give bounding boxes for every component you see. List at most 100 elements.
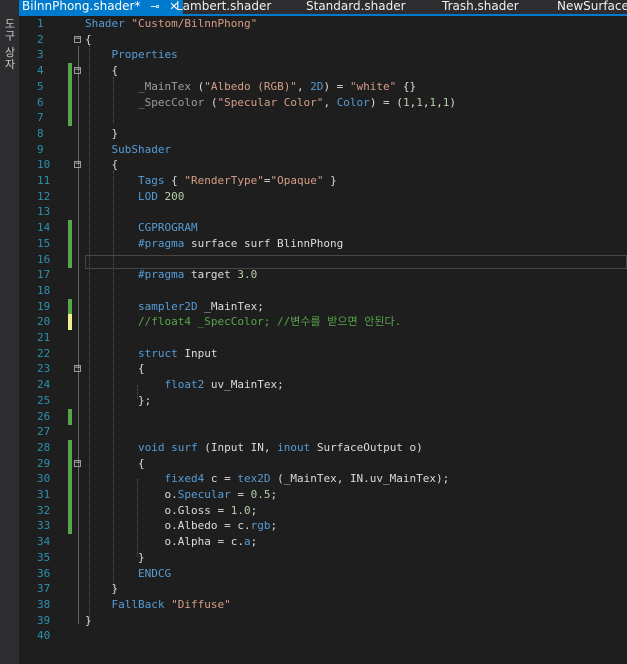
code-token: { bbox=[85, 456, 145, 470]
code-line[interactable]: 7 bbox=[19, 110, 627, 127]
code-line[interactable]: 37 } bbox=[19, 581, 627, 597]
line-number: 5 bbox=[37, 79, 44, 93]
code-token: Shader bbox=[85, 17, 132, 30]
change-marker bbox=[68, 455, 72, 472]
collapse-icon[interactable]: − bbox=[74, 34, 81, 43]
code-text: } bbox=[85, 581, 118, 597]
code-token: { bbox=[85, 32, 92, 46]
code-line[interactable]: 8 } bbox=[19, 126, 627, 142]
code-token: ) = ( bbox=[369, 95, 403, 109]
code-token: SurfaceOutput o) bbox=[310, 440, 423, 454]
code-token: 2D bbox=[310, 79, 324, 93]
line-number: 17 bbox=[37, 268, 51, 282]
code-line[interactable]: 38 FallBack "Diffuse" bbox=[19, 597, 627, 613]
tab-newsurface-shader[interactable]: NewSurfaceS bbox=[557, 0, 627, 14]
code-line[interactable]: 18 bbox=[19, 283, 627, 299]
code-line[interactable]: 6 _SpecColor ("Specular Color", Color) =… bbox=[19, 94, 627, 111]
tab-standard-shader[interactable]: Standard.shader bbox=[306, 0, 406, 14]
collapse-icon[interactable]: − bbox=[74, 458, 81, 467]
code-text: _SpecColor ("Specular Color", Color) = (… bbox=[85, 95, 456, 111]
code-line[interactable]: 24 float2 uv_MainTex; bbox=[19, 377, 627, 393]
code-text: o.Gloss = 1.0; bbox=[85, 503, 257, 519]
line-number: 23 bbox=[37, 362, 51, 376]
line-number: 36 bbox=[37, 566, 51, 580]
code-token: ) bbox=[449, 95, 456, 109]
code-line[interactable]: 22 struct Input bbox=[19, 346, 627, 362]
change-marker bbox=[68, 502, 72, 519]
code-line[interactable]: 35 } bbox=[19, 550, 627, 566]
change-marker bbox=[68, 78, 72, 95]
toolbox-side-panel[interactable]: 도구 상자 bbox=[0, 0, 20, 664]
code-line[interactable]: 36 ENDCG bbox=[19, 566, 627, 582]
code-line[interactable]: 32 o.Gloss = 1.0; bbox=[19, 502, 627, 519]
line-number: 25 bbox=[37, 393, 51, 407]
code-line[interactable]: 3 Properties bbox=[19, 47, 627, 63]
code-line[interactable]: 31 o.Specular = 0.5; bbox=[19, 487, 627, 503]
code-token: LOD bbox=[85, 189, 165, 203]
code-token: //float4 _SpecColor; //변수를 받으면 안된다. bbox=[85, 315, 402, 329]
code-text: { bbox=[85, 361, 145, 377]
code-line[interactable]: 4 − { bbox=[19, 63, 627, 80]
code-line[interactable]: 1 Shader "Custom/BilnnPhong" bbox=[19, 16, 627, 32]
code-token: 1 bbox=[402, 95, 410, 109]
code-line[interactable]: 39} bbox=[19, 613, 627, 629]
code-line[interactable]: 5 _MainTex ("Albedo (RGB)", 2D) = "white… bbox=[19, 78, 627, 95]
code-token: } bbox=[85, 550, 145, 564]
code-line[interactable]: 27 bbox=[19, 424, 627, 440]
code-line[interactable]: 30 fixed4 c = tex2D (_MainTex, IN.uv_Mai… bbox=[19, 471, 627, 488]
code-text: } bbox=[85, 126, 118, 142]
line-number: 28 bbox=[37, 440, 51, 454]
change-marker bbox=[68, 298, 72, 315]
code-line[interactable]: 29 − { bbox=[19, 455, 627, 472]
code-line[interactable]: 16 bbox=[19, 251, 627, 268]
code-line[interactable]: 17 #pragma target 3.0 bbox=[19, 267, 627, 283]
change-marker bbox=[68, 251, 72, 268]
line-number: 26 bbox=[37, 409, 51, 423]
code-token: ENDCG bbox=[85, 566, 172, 580]
tab-bilnnphong-shader[interactable]: BilnnPhong.shader* ⊸ ✕ bbox=[19, 0, 183, 14]
code-editor[interactable]: 1 Shader "Custom/BilnnPhong" 2−{3 Properti… bbox=[19, 16, 627, 664]
code-line[interactable]: 23 − { bbox=[19, 361, 627, 377]
line-number: 1 bbox=[37, 17, 44, 30]
code-line[interactable]: 33 o.Albedo = c.rgb; bbox=[19, 518, 627, 535]
code-token: float2 bbox=[85, 378, 205, 392]
code-token: Specular bbox=[177, 488, 231, 501]
code-line[interactable]: 12 LOD 200 bbox=[19, 189, 627, 205]
code-token: a bbox=[243, 535, 251, 549]
code-line[interactable]: 13 bbox=[19, 204, 627, 220]
code-line[interactable]: 34 o.Alpha = c.a; bbox=[19, 534, 627, 550]
code-line[interactable]: 21 bbox=[19, 330, 627, 346]
code-line[interactable]: 2 −{ bbox=[19, 32, 627, 48]
code-line[interactable]: 40 bbox=[19, 628, 627, 644]
code-token: rgb bbox=[250, 519, 271, 533]
code-token: (_MainTex, IN.uv_MainTex); bbox=[270, 472, 450, 486]
collapse-icon[interactable]: − bbox=[74, 364, 81, 373]
code-token: { bbox=[85, 64, 119, 78]
pin-icon[interactable]: ⊸ bbox=[150, 0, 159, 13]
code-line[interactable]: 10 − { bbox=[19, 157, 627, 173]
tab-lambert-shader[interactable]: Lambert.shader bbox=[176, 0, 271, 14]
collapse-icon[interactable]: − bbox=[74, 160, 81, 169]
code-text: struct Input bbox=[85, 346, 218, 362]
tab-trash-shader[interactable]: Trash.shader bbox=[442, 0, 519, 14]
code-token: struct bbox=[85, 346, 178, 360]
collapse-icon[interactable]: − bbox=[74, 66, 81, 75]
code-line[interactable]: 26 bbox=[19, 408, 627, 425]
line-number: 9 bbox=[37, 142, 44, 156]
code-token: #pragma bbox=[85, 268, 185, 282]
code-line[interactable]: 9 SubShader bbox=[19, 142, 627, 158]
code-token: 200 bbox=[164, 189, 185, 203]
code-line[interactable]: 19 sampler2D _MainTex; bbox=[19, 298, 627, 315]
code-text: SubShader bbox=[85, 142, 171, 158]
code-token: ; bbox=[270, 519, 278, 533]
code-line[interactable]: 14 CGPROGRAM bbox=[19, 220, 627, 237]
code-line[interactable]: 28 void surf (Input IN, inout SurfaceOut… bbox=[19, 439, 627, 456]
code-line[interactable]: 15 #pragma surface surf BlinnPhong bbox=[19, 235, 627, 252]
code-token: ) = bbox=[323, 79, 350, 93]
code-token: uv_MainTex; bbox=[204, 378, 284, 392]
code-line[interactable]: 25 }; bbox=[19, 393, 627, 409]
code-line[interactable]: 11 Tags { "RenderType"="Opaque" } bbox=[19, 173, 627, 189]
code-token: { bbox=[164, 174, 185, 187]
code-line[interactable]: 20 //float4 _SpecColor; //변수를 받으면 안된다. bbox=[19, 314, 627, 331]
code-token: } bbox=[85, 582, 119, 596]
